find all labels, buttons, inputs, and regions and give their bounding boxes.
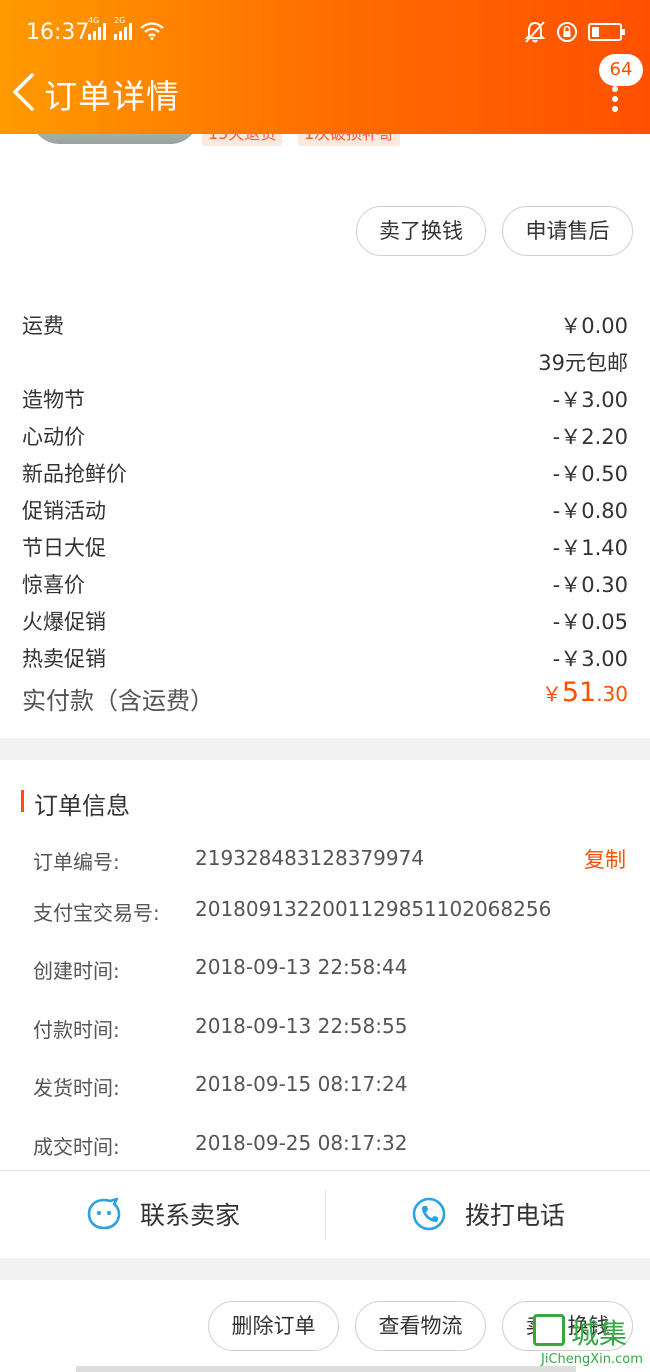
chat-bubble-icon — [87, 1197, 121, 1230]
order-number-label: 订单编号: — [33, 850, 120, 874]
section-accent-bar — [21, 790, 24, 812]
chevron-left-icon — [13, 73, 34, 111]
shipping-value: ￥0.00 — [560, 314, 628, 338]
discount-row: 新品抢鲜价 -￥0.50 — [22, 458, 628, 490]
shipping-note: 39元包邮 — [538, 351, 628, 375]
copy-button[interactable]: 复制 — [584, 844, 626, 874]
order-summary-card: 15天退货 1次破损补寄 卖了换钱 申请售后 运费 ￥0.00 39元包邮 造物… — [0, 134, 650, 738]
shipped-time-label: 发货时间: — [33, 1076, 120, 1100]
discount-row: 惊喜价 -￥0.30 — [22, 569, 628, 601]
product-tag: 1次破损补寄 — [298, 134, 401, 146]
currency-symbol: ￥ — [541, 682, 562, 706]
lock-rotation-icon — [557, 22, 577, 42]
discount-label: 造物节 — [22, 388, 85, 412]
shipping-note-row: 39元包邮 — [22, 347, 628, 379]
discount-value: -￥0.80 — [552, 499, 628, 523]
shipping-label: 运费 — [22, 314, 64, 338]
signal-2g-icon: 2G — [114, 16, 132, 40]
header: 16:37 4G 2G 订单详情 64 — [0, 0, 650, 134]
discount-label: 心动价 — [22, 425, 85, 449]
signal-2g-label: 2G — [114, 16, 126, 25]
paid-time-value: 2018-09-13 22:58:55 — [195, 1014, 408, 1038]
discount-row: 热卖促销 -￥3.00 — [22, 643, 628, 675]
discount-label: 节日大促 — [22, 536, 106, 560]
discount-label: 新品抢鲜价 — [22, 462, 127, 486]
more-dot — [612, 96, 618, 102]
contact-seller-label: 联系卖家 — [140, 1201, 241, 1230]
order-number-value: 219328483128379974 — [195, 846, 425, 870]
discount-label: 促销活动 — [22, 499, 106, 523]
created-time-label: 创建时间: — [33, 959, 120, 983]
discount-value: -￥2.20 — [552, 425, 628, 449]
bottom-strip — [76, 1366, 576, 1372]
order-info-card: 订单信息 订单编号: 219328483128379974 复制 支付宝交易号:… — [0, 760, 650, 1258]
total-paid-amount: ￥51.30 — [542, 677, 628, 708]
discount-label: 热卖促销 — [22, 647, 106, 671]
discount-value: -￥1.40 — [552, 536, 628, 560]
watermark-icon — [533, 1314, 565, 1346]
delete-order-button[interactable]: 删除订单 — [208, 1301, 339, 1351]
discount-label: 火爆促销 — [22, 610, 106, 634]
phone-icon — [412, 1197, 446, 1231]
total-paid-label: 实付款（含运费） — [22, 687, 214, 715]
mute-bell-icon — [524, 21, 546, 43]
shipping-row: 运费 ￥0.00 — [22, 310, 628, 342]
more-menu-button[interactable] — [610, 86, 620, 112]
paid-time-label: 付款时间: — [33, 1018, 120, 1042]
status-time: 16:37 — [26, 20, 90, 45]
discount-label: 惊喜价 — [22, 573, 85, 597]
wifi-icon — [140, 22, 164, 40]
call-phone-button[interactable]: 拨打电话 — [411, 1170, 565, 1258]
divider — [325, 1190, 326, 1240]
discount-row: 造物节 -￥3.00 — [22, 384, 628, 416]
watermark-text: 城集 — [571, 1317, 628, 1350]
watermark-url: JiChengXin.com — [541, 1352, 643, 1367]
discount-row: 节日大促 -￥1.40 — [22, 532, 628, 564]
shipped-time-value: 2018-09-15 08:17:24 — [195, 1072, 408, 1096]
completed-time-label: 成交时间: — [33, 1135, 120, 1159]
after-sale-button[interactable]: 申请售后 — [502, 206, 633, 256]
amount-decimal: .30 — [596, 682, 628, 706]
discount-value: -￥0.50 — [552, 462, 628, 486]
section-title: 订单信息 — [34, 792, 130, 820]
product-image[interactable] — [30, 134, 200, 144]
battery-level — [592, 27, 599, 37]
discount-value: -￥3.00 — [552, 388, 628, 412]
sell-for-cash-button[interactable]: 卖了换钱 — [356, 206, 486, 256]
status-bar: 16:37 4G 2G — [0, 0, 650, 64]
completed-time-value: 2018-09-25 08:17:32 — [195, 1131, 408, 1155]
created-time-value: 2018-09-13 22:58:44 — [195, 955, 408, 979]
product-tag: 15天退货 — [202, 134, 283, 146]
more-dot — [612, 106, 618, 112]
alipay-trade-value: 2018091322001129851102068256 — [195, 897, 552, 921]
amount-integer: 51 — [561, 677, 597, 708]
total-paid-row: 实付款（含运费） ￥51.30 — [22, 677, 628, 721]
alipay-trade-label: 支付宝交易号: — [33, 901, 160, 925]
watermark-logo: 城集 JiChengXin.com — [531, 1312, 647, 1370]
view-logistics-button[interactable]: 查看物流 — [355, 1301, 486, 1351]
discount-value: -￥0.05 — [552, 610, 628, 634]
battery-icon — [588, 23, 625, 41]
signal-4g-icon: 4G — [88, 16, 106, 40]
discount-row: 促销活动 -￥0.80 — [22, 495, 628, 527]
status-right — [524, 20, 625, 44]
contact-seller-button[interactable]: 联系卖家 — [86, 1170, 240, 1258]
discount-value: -￥3.00 — [552, 647, 628, 671]
discount-row: 火爆促销 -￥0.05 — [22, 606, 628, 638]
discount-value: -￥0.30 — [552, 573, 628, 597]
back-button[interactable] — [10, 72, 38, 112]
signal-4g-label: 4G — [88, 16, 100, 25]
page-title: 订单详情 — [44, 77, 180, 116]
discount-row: 心动价 -￥2.20 — [22, 421, 628, 453]
call-phone-label: 拨打电话 — [465, 1201, 566, 1230]
message-count-badge[interactable]: 64 — [599, 54, 643, 86]
more-dot — [612, 86, 618, 92]
signal-indicators: 4G 2G — [88, 16, 164, 40]
